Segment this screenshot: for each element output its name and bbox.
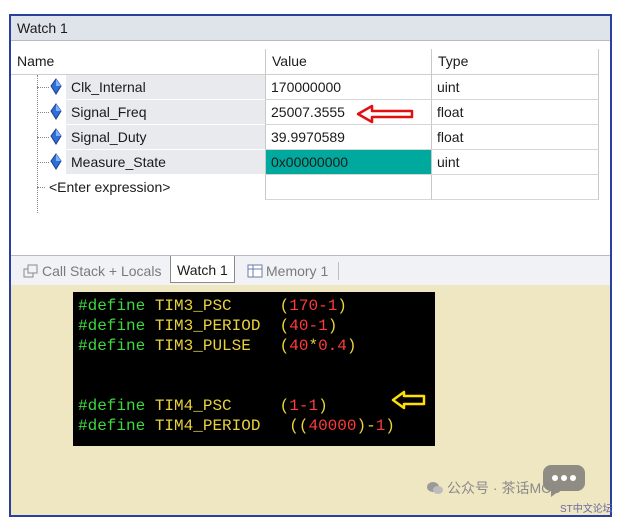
variable-icon	[47, 78, 63, 96]
call-stack-icon	[23, 263, 39, 282]
code-op: -	[308, 317, 319, 335]
memory-icon	[247, 263, 263, 282]
code-snippet: #define TIM3_PSC (170-1) #define TIM3_PE…	[73, 292, 435, 446]
variable-icon	[47, 103, 63, 121]
code-keyword: #define	[78, 337, 146, 355]
column-header-name[interactable]: Name	[11, 49, 265, 75]
row-name: Signal_Freq	[66, 100, 265, 125]
row-name: Signal_Duty	[66, 125, 265, 150]
code-line: #define TIM4_PSC (1-1)	[78, 396, 328, 416]
tab-bar: Call Stack + Locals Watch 1 Memory 1	[11, 255, 610, 285]
code-op: )	[327, 317, 338, 335]
code-number: 1	[318, 317, 328, 335]
watch-row[interactable]: Signal_Freq 25007.3555 float	[11, 100, 599, 125]
watermark-text: 公众号 · 茶话MCU	[427, 478, 561, 498]
watch-pane: Name Value Type Clk_Internal 170000000 u…	[11, 41, 610, 255]
code-identifier: TIM4_PSC	[154, 397, 232, 415]
code-number: 1	[375, 417, 386, 435]
code-op: )	[346, 337, 357, 355]
watermark-small: ST中文论坛	[560, 504, 613, 515]
variable-icon	[47, 128, 63, 146]
column-header-value[interactable]: Value	[265, 49, 431, 75]
column-header-type[interactable]: Type	[431, 49, 599, 75]
watch-row[interactable]: Signal_Duty 39.9970589 float	[11, 125, 599, 150]
code-line: #define TIM4_PERIOD ((40000)-1)	[78, 416, 395, 436]
row-value-highlighted[interactable]: 0x00000000	[265, 150, 431, 175]
red-arrow-annotation	[356, 104, 414, 124]
code-op: (	[279, 397, 290, 415]
code-number: 170	[289, 297, 319, 315]
tab-memory-1[interactable]: Memory 1	[241, 260, 334, 284]
tab-label: Memory 1	[266, 263, 329, 279]
code-identifier: TIM3_PSC	[154, 297, 232, 315]
code-op: *	[308, 337, 319, 355]
enter-expression-label[interactable]: <Enter expression>	[44, 175, 265, 200]
watch-row[interactable]: Measure_State 0x00000000 uint	[11, 150, 599, 175]
enter-expression-row[interactable]: <Enter expression>	[11, 175, 599, 200]
code-number: 1	[308, 397, 319, 415]
watch-window: Watch 1 Name Value Type Clk_Internal 170…	[9, 14, 612, 517]
code-number: 40	[289, 337, 309, 355]
row-name: Clk_Internal	[66, 75, 265, 100]
code-op: ((	[289, 417, 309, 435]
variable-icon	[47, 153, 63, 171]
row-type: float	[431, 100, 599, 125]
code-op: )	[337, 297, 347, 315]
window-title: Watch 1	[11, 16, 610, 41]
row-type: uint	[431, 75, 599, 100]
watch-row[interactable]: Clk_Internal 170000000 uint	[11, 75, 599, 100]
tab-label: Call Stack + Locals	[42, 263, 162, 279]
tab-label: Watch 1	[177, 262, 228, 278]
code-identifier: TIM3_PULSE	[154, 337, 251, 355]
code-number: 1	[327, 297, 338, 315]
code-number: 1	[289, 397, 299, 415]
code-line: #define TIM3_PSC (170-1)	[78, 296, 347, 316]
code-line: #define TIM3_PERIOD (40-1)	[78, 316, 337, 336]
code-op: )-	[356, 417, 376, 435]
code-keyword: #define	[78, 317, 146, 335]
tab-watch-1[interactable]: Watch 1	[170, 256, 235, 283]
code-keyword: #define	[78, 417, 146, 435]
code-number: 0.4	[318, 337, 347, 355]
watermark-label: 公众号 · 茶话MCU	[447, 480, 562, 496]
code-line: #define TIM3_PULSE (40*0.4)	[78, 336, 357, 356]
code-number: 40	[289, 317, 309, 335]
row-type: uint	[431, 150, 599, 175]
code-op: (	[279, 317, 290, 335]
code-keyword: #define	[78, 297, 146, 315]
empty-value-cell	[265, 175, 431, 200]
code-identifier: TIM4_PERIOD	[154, 417, 261, 435]
code-keyword: #define	[78, 397, 146, 415]
row-value[interactable]: 39.9970589	[265, 125, 431, 150]
code-number: 40000	[308, 417, 357, 435]
code-op: (	[279, 297, 290, 315]
yellow-arrow-annotation	[391, 390, 426, 410]
row-type: float	[431, 125, 599, 150]
tab-divider	[338, 262, 339, 280]
row-name: Measure_State	[66, 150, 265, 175]
code-op: )	[318, 397, 328, 415]
watch-grid: Name Value Type Clk_Internal 170000000 u…	[11, 49, 599, 239]
wechat-icon	[427, 481, 443, 498]
code-identifier: TIM3_PERIOD	[154, 317, 261, 335]
tab-call-stack-locals[interactable]: Call Stack + Locals	[17, 260, 167, 284]
row-value[interactable]: 170000000	[265, 75, 431, 100]
code-op: (	[279, 337, 290, 355]
code-op: -	[318, 297, 328, 315]
empty-type-cell	[431, 175, 599, 200]
code-op: )	[385, 417, 395, 435]
